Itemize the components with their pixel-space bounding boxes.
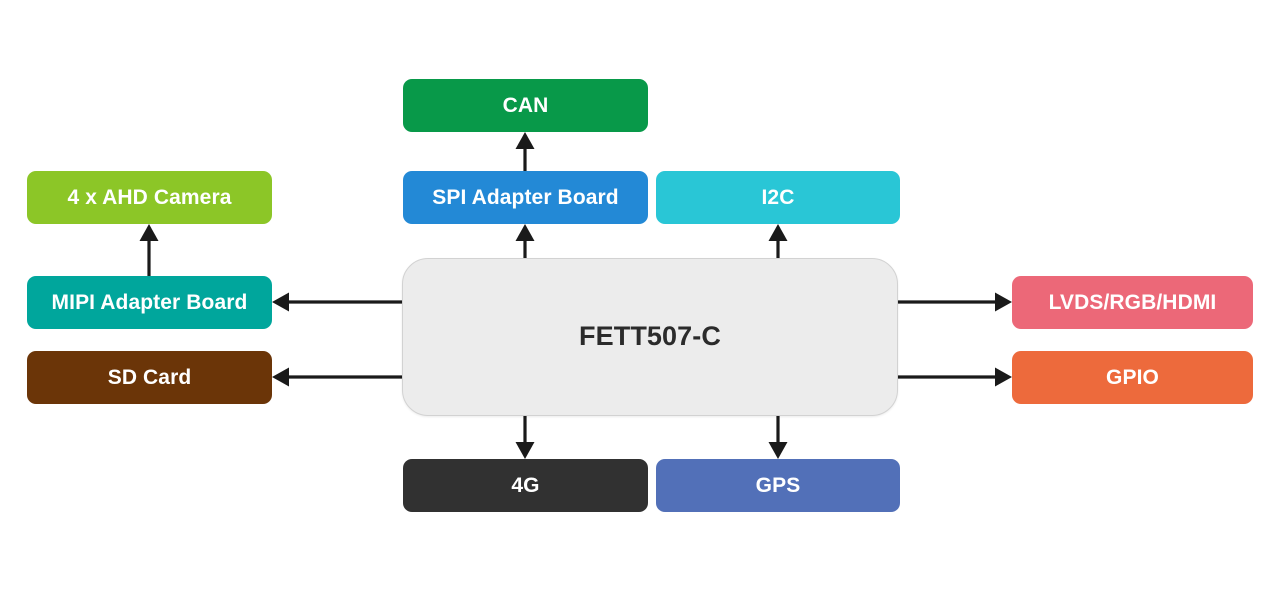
node-label: GPIO: [1106, 365, 1159, 389]
node-label: GPS: [755, 473, 801, 497]
node-lvds-rgb-hdmi[interactable]: LVDS/RGB/HDMI: [1012, 276, 1253, 329]
arrow-head: [272, 292, 289, 312]
arrow-head: [515, 442, 535, 459]
node-label: I2C: [761, 185, 795, 209]
node-label: FETT507-C: [579, 321, 721, 352]
arrow-mipi-to-camera: [139, 224, 159, 276]
node-can[interactable]: CAN: [403, 79, 648, 132]
node-label: 4G: [511, 473, 540, 497]
node-label: 4 x AHD Camera: [67, 185, 232, 209]
arrow-head: [995, 292, 1012, 312]
node-sd-card[interactable]: SD Card: [27, 351, 272, 404]
node-4g[interactable]: 4G: [403, 459, 648, 512]
arrow-head: [272, 367, 289, 387]
core-node-fett507c[interactable]: FETT507-C: [402, 258, 898, 416]
node-label: SPI Adapter Board: [432, 185, 619, 209]
node-spi-adapter-board[interactable]: SPI Adapter Board: [403, 171, 648, 224]
arrow-spi-to-can: [515, 132, 535, 171]
arrow-head: [995, 367, 1012, 387]
node-gps[interactable]: GPS: [656, 459, 900, 512]
arrow-core-to-gpio: [898, 367, 1012, 387]
arrow-core-to-4g: [515, 416, 535, 459]
arrow-core-to-i2c: [768, 224, 788, 258]
arrow-core-to-spi: [515, 224, 535, 258]
node-label: SD Card: [107, 365, 192, 389]
arrow-head: [515, 224, 535, 241]
diagram-canvas: FETT507-C CAN SPI Adapter Board I2C 4 x AHD …: [0, 0, 1280, 593]
arrow-core-to-sd-card: [272, 367, 402, 387]
node-i2c[interactable]: I2C: [656, 171, 900, 224]
node-gpio[interactable]: GPIO: [1012, 351, 1253, 404]
arrow-head: [768, 442, 788, 459]
arrow-head: [139, 224, 159, 241]
node-ahd-camera[interactable]: 4 x AHD Camera: [27, 171, 272, 224]
arrow-head: [768, 224, 788, 241]
arrow-core-to-lvds: [898, 292, 1012, 312]
node-label: CAN: [502, 93, 549, 117]
arrow-head: [515, 132, 535, 149]
arrow-core-to-mipi: [272, 292, 402, 312]
node-mipi-adapter-board[interactable]: MIPI Adapter Board: [27, 276, 272, 329]
node-label: LVDS/RGB/HDMI: [1048, 290, 1217, 314]
node-label: MIPI Adapter Board: [51, 290, 248, 314]
arrow-core-to-gps: [768, 416, 788, 459]
